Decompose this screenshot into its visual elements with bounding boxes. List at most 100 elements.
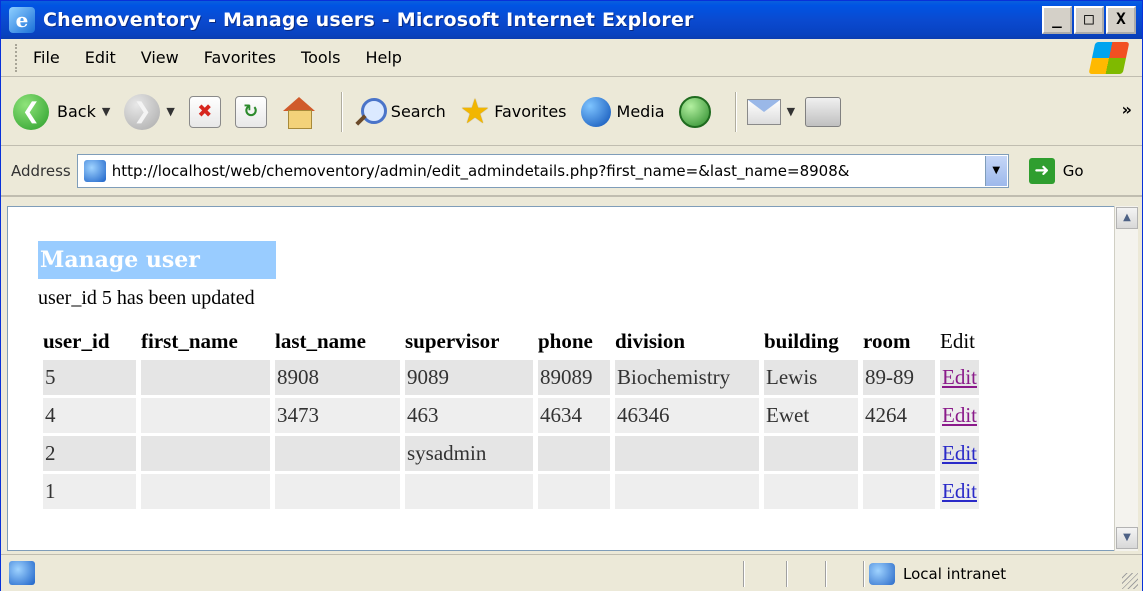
cell-last-name: 3473 [275,398,400,433]
browser-window: e Chemoventory - Manage users - Microsof… [0,0,1143,591]
print-icon[interactable] [805,96,842,127]
cell-building: Lewis [764,360,858,395]
windows-logo-icon [1088,42,1130,74]
status-pane [863,561,865,587]
table-header-row: user_id first_name last_name supervisor … [43,325,979,357]
users-table: user_id first_name last_name supervisor … [38,322,984,512]
page-title: Manage user [38,241,276,279]
menu-view[interactable]: View [141,48,179,67]
edit-link[interactable]: Edit [942,403,977,427]
address-dropdown-icon[interactable]: ▼ [984,156,1007,186]
stop-button[interactable]: ✖ [188,95,221,128]
status-bar: Local intranet [1,554,1142,591]
title-bar[interactable]: e Chemoventory - Manage users - Microsof… [1,1,1142,39]
header-supervisor: supervisor [405,328,500,353]
cell-division [615,474,759,509]
cell-user-id: 5 [43,360,136,395]
maximize-button[interactable]: □ [1074,6,1104,34]
search-button[interactable]: Search [353,96,446,128]
cell-phone [538,436,610,471]
media-button[interactable]: Media [580,96,665,127]
cell-supervisor: 9089 [405,360,533,395]
edit-link[interactable]: Edit [942,441,977,465]
back-button[interactable]: ❮ Back ▼ [13,93,110,130]
table-row: 2 sysadmin Edit [43,436,979,471]
cell-user-id: 2 [43,436,136,471]
cell-first-name [141,436,270,471]
go-button[interactable]: ➜ Go [1028,158,1084,184]
header-building: building [764,328,839,353]
minimize-button[interactable]: _ [1042,6,1072,34]
menu-help[interactable]: Help [365,48,401,67]
cell-last-name [275,474,400,509]
cell-user-id: 4 [43,398,136,433]
table-row: 1 Edit [43,474,979,509]
menu-edit[interactable]: Edit [85,48,116,67]
zone-label: Local intranet [903,565,1007,583]
cell-first-name [141,360,270,395]
menu-bar: File Edit View Favorites Tools Help [1,39,1142,77]
close-button[interactable]: X [1106,6,1136,34]
cell-edit: Edit [940,436,979,471]
header-division: division [615,328,686,353]
mail-button[interactable]: ▼ [746,96,842,127]
go-label: Go [1062,162,1084,180]
cell-building [764,436,858,471]
home-button[interactable] [281,95,317,129]
address-bar: Address http://localhost/web/chemoventor… [1,147,1142,197]
page-icon [83,160,106,182]
status-pane [743,561,745,587]
menu-tools[interactable]: Tools [301,48,340,67]
table-row: 4 3473 463 4634 46346 Ewet 4264 Edit [43,398,979,433]
history-button[interactable] [678,95,711,128]
cell-division: Biochemistry [615,360,759,395]
resize-grip-icon[interactable] [1122,573,1138,589]
window-controls: _ □ X [1042,6,1136,34]
cell-last-name: 8908 [275,360,400,395]
header-room: room [863,328,911,353]
address-url[interactable]: http://localhost/web/chemoventory/admin/… [112,162,992,180]
cell-edit: Edit [940,398,979,433]
cell-last-name [275,436,400,471]
standard-toolbar: ❮ Back ▼ ❯ ▼ ✖ ↻ Search ★ Favorites Medi… [1,78,1142,146]
header-edit: Edit [940,328,975,353]
home-icon [281,95,317,129]
menu-grip[interactable] [15,43,19,72]
header-phone: phone [538,328,593,353]
cell-first-name [141,474,270,509]
cell-supervisor [405,474,533,509]
stop-icon: ✖ [188,95,221,128]
refresh-button[interactable]: ↻ [234,95,267,128]
toolbar-separator [340,91,343,132]
scroll-up-icon[interactable]: ▲ [1116,207,1138,229]
cell-phone [538,474,610,509]
edit-link[interactable]: Edit [942,479,977,503]
scroll-down-icon[interactable]: ▼ [1116,527,1138,549]
status-pane [825,561,827,587]
search-icon [353,96,387,128]
page-status-icon [9,561,35,585]
forward-button[interactable]: ❯ ▼ [124,93,175,130]
history-icon [678,95,711,128]
menu-file[interactable]: File [33,48,60,67]
toolbar-overflow-icon[interactable]: » [1122,100,1132,119]
page-content: Manage user user_id 5 has been updated u… [7,206,1115,551]
media-icon [580,96,611,127]
menu-favorites[interactable]: Favorites [204,48,276,67]
security-zone: Local intranet [869,561,1006,587]
mail-dropdown-icon[interactable]: ▼ [787,105,795,118]
edit-link[interactable]: Edit [942,365,977,389]
favorites-button[interactable]: ★ Favorites [460,95,567,129]
forward-dropdown-icon[interactable]: ▼ [166,105,174,118]
back-dropdown-icon[interactable]: ▼ [102,105,110,118]
header-last-name: last_name [275,328,366,353]
vertical-scrollbar[interactable]: ▲ ▼ [1114,206,1138,551]
cell-division: 46346 [615,398,759,433]
cell-user-id: 1 [43,474,136,509]
cell-phone: 89089 [538,360,610,395]
search-label: Search [390,102,446,121]
cell-room [863,436,935,471]
address-input[interactable]: http://localhost/web/chemoventory/admin/… [76,154,1009,188]
cell-room [863,474,935,509]
table-row: 5 8908 9089 89089 Biochemistry Lewis 89-… [43,360,979,395]
